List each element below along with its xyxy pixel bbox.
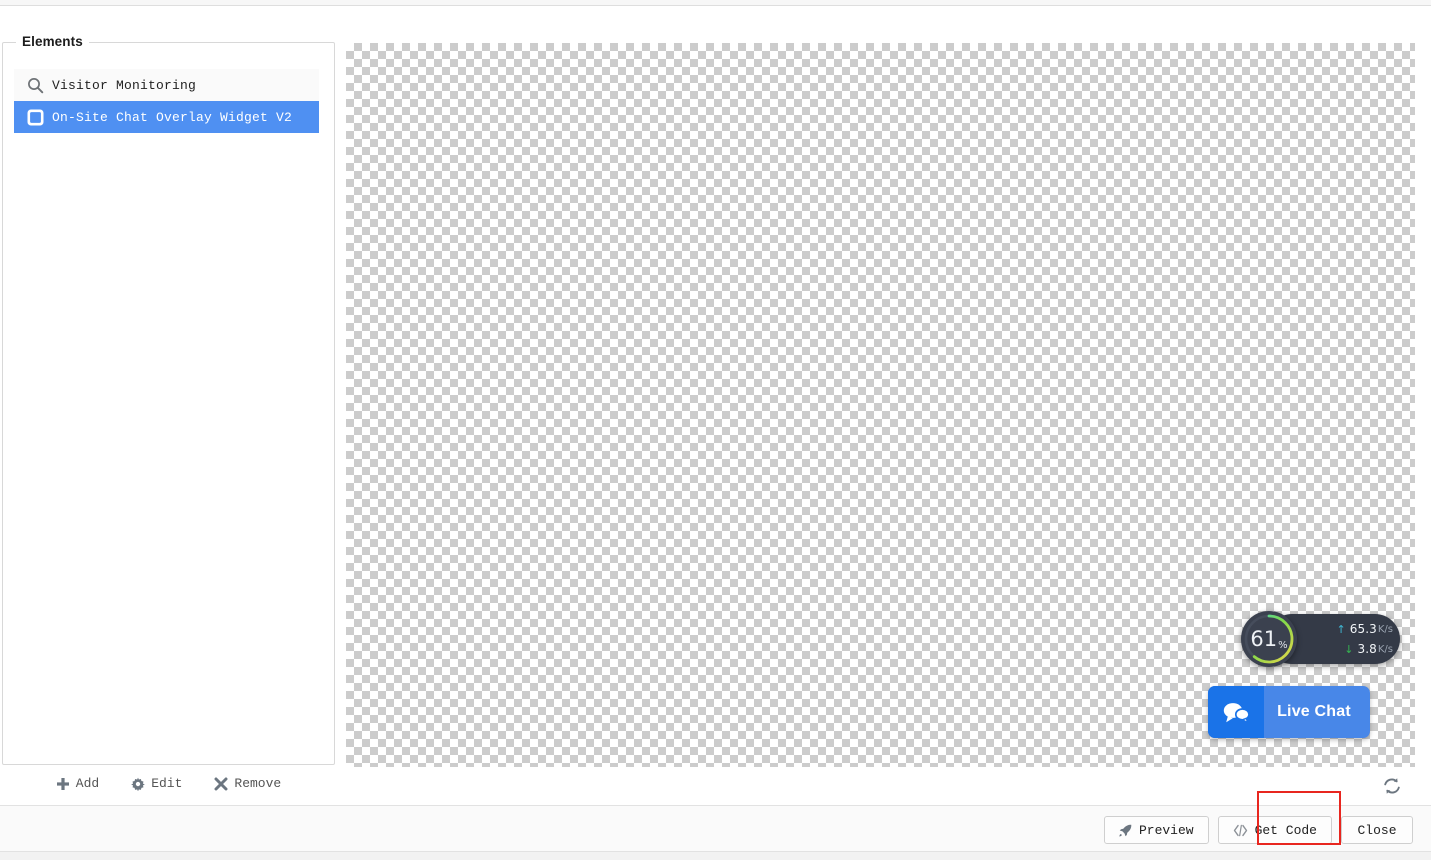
list-item-label: On-Site Chat Overlay Widget V2 [52, 109, 293, 125]
preview-button[interactable]: Preview [1103, 816, 1209, 844]
arrow-up-icon: ↑ [1336, 622, 1346, 636]
close-label: Close [1357, 822, 1397, 838]
download-speed-value: 3.8 [1357, 642, 1377, 656]
gauge-percent: 61 % [1241, 611, 1297, 667]
top-window-strip [0, 0, 1431, 6]
list-item-onsite-chat-overlay-widget[interactable]: On-Site Chat Overlay Widget V2 [14, 101, 319, 133]
arrow-down-icon: ↓ [1344, 642, 1354, 656]
footer-button-group: Preview Get Code Close [1103, 816, 1413, 844]
upload-speed-value: 65.3 [1349, 622, 1377, 636]
network-readouts: ↑ 65.3 K/s ↓ 3.8 K/s [1301, 616, 1399, 662]
plus-icon [56, 777, 70, 791]
edit-button[interactable]: Edit [131, 775, 182, 793]
get-code-label: Get Code [1254, 822, 1317, 838]
cpu-usage-gauge: 61 % [1241, 611, 1297, 667]
list-item-visitor-monitoring[interactable]: Visitor Monitoring [14, 69, 319, 101]
rocket-icon [1119, 824, 1132, 837]
remove-button[interactable]: Remove [214, 775, 281, 793]
live-chat-label: Live Chat [1277, 703, 1351, 720]
chat-bubbles-icon [1208, 686, 1264, 738]
checkbox-icon [18, 108, 52, 126]
close-button[interactable]: Close [1341, 816, 1413, 844]
preview-canvas[interactable]: ↑ 65.3 K/s ↓ 3.8 K/s 61 % Live Chat [346, 43, 1415, 767]
x-icon [214, 777, 228, 791]
preview-label: Preview [1138, 822, 1194, 838]
refresh-icon [1382, 776, 1402, 799]
download-speed-unit: K/s [1377, 643, 1393, 655]
code-tags-icon [1233, 824, 1248, 837]
upload-speed-line: ↑ 65.3 K/s [1301, 619, 1399, 639]
remove-label: Remove [234, 776, 282, 791]
refresh-button[interactable] [1380, 775, 1404, 799]
download-speed-line: ↓ 3.8 K/s [1301, 639, 1399, 659]
list-item-label: Visitor Monitoring [52, 77, 197, 93]
search-icon [18, 77, 52, 94]
gauge-percent-value: 61 [1250, 626, 1278, 651]
workspace: Elements Visitor Monitoring On-Site Chat… [0, 7, 1431, 805]
bottom-window-strip [0, 852, 1431, 860]
elements-panel [2, 42, 335, 765]
get-code-button[interactable]: Get Code [1217, 816, 1332, 844]
dialog-footer: Preview Get Code Close [0, 805, 1431, 852]
elements-panel-legend: Elements [16, 34, 89, 50]
gear-icon [131, 777, 146, 791]
live-chat-button[interactable]: Live Chat [1208, 686, 1370, 738]
upload-speed-unit: K/s [1377, 623, 1393, 635]
gauge-percent-sign: % [1278, 640, 1288, 651]
edit-label: Edit [151, 776, 183, 791]
add-button[interactable]: Add [56, 775, 99, 793]
add-label: Add [75, 776, 100, 791]
elements-list: Visitor Monitoring On-Site Chat Overlay … [14, 69, 319, 133]
element-actions-toolbar: Add Edit Remove [2, 775, 335, 793]
